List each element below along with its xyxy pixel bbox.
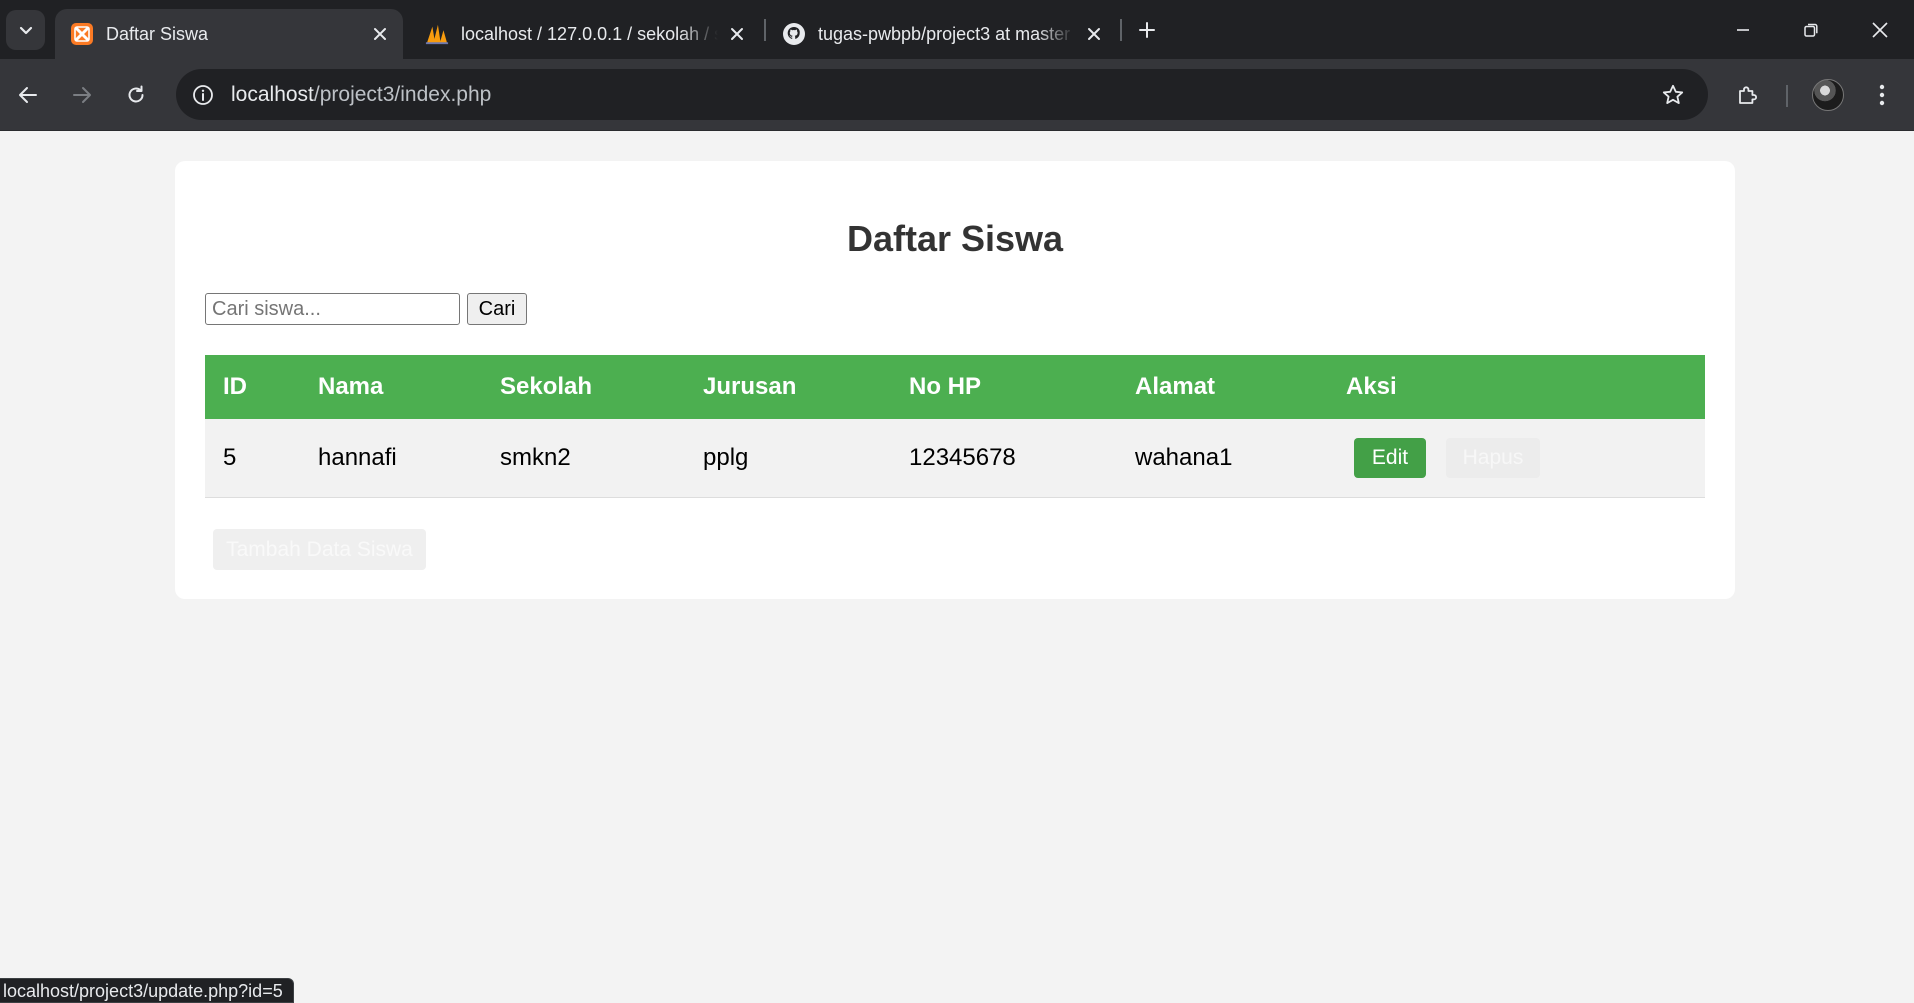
cell-alamat: wahana1 — [1117, 419, 1328, 498]
extensions-button[interactable] — [1728, 75, 1768, 115]
student-table: ID Nama Sekolah Jurusan No HP Alamat Aks… — [205, 355, 1705, 498]
restore-icon — [1804, 23, 1818, 37]
bookmark-star-icon[interactable] — [1658, 80, 1688, 110]
minimize-icon — [1737, 29, 1749, 31]
cell-nama: hannafi — [300, 419, 482, 498]
tab-title: localhost / 127.0.0.1 / sekolah / s — [461, 23, 718, 44]
delete-button[interactable]: Hapus — [1446, 437, 1540, 478]
tab-phpmyadmin[interactable]: localhost / 127.0.0.1 / sekolah / s — [410, 9, 760, 59]
url-host: localhost — [231, 83, 314, 106]
url-path: /project3/index.php — [313, 83, 492, 106]
tab-separator — [764, 19, 766, 41]
column-header-jurusan: Jurusan — [685, 355, 891, 419]
site-info-icon[interactable] — [189, 81, 217, 109]
new-tab-button[interactable] — [1132, 15, 1162, 45]
tab-strip: Daftar Siswa localhost / 127.0.0.1 / sek… — [0, 0, 1914, 59]
reload-button[interactable] — [116, 75, 156, 115]
puzzle-icon — [1739, 86, 1757, 104]
cell-jurusan: pplg — [685, 419, 891, 498]
more-vertical-icon — [1879, 84, 1885, 106]
tab-daftar-siswa[interactable]: Daftar Siswa — [55, 9, 403, 59]
back-button[interactable] — [8, 75, 48, 115]
close-icon — [1872, 22, 1888, 38]
tab-title: Daftar Siswa — [106, 23, 209, 44]
arrow-right-icon — [73, 87, 91, 103]
tab-github[interactable]: tugas-pwbpb/project3 at master — [767, 9, 1117, 59]
address-bar[interactable]: localhost/project3/index.php — [176, 69, 1708, 120]
search-input[interactable] — [205, 293, 460, 325]
browser-toolbar: localhost/project3/index.php — [0, 59, 1914, 131]
close-tab-icon[interactable] — [1081, 21, 1107, 47]
edit-button[interactable]: Edit — [1354, 437, 1426, 478]
chevron-down-icon — [19, 26, 32, 35]
toolbar-divider — [1786, 85, 1788, 107]
arrow-left-icon — [19, 87, 37, 103]
restore-button[interactable] — [1789, 8, 1833, 52]
profile-avatar[interactable] — [1812, 79, 1844, 111]
close-window-button[interactable] — [1858, 8, 1902, 52]
cell-sekolah: smkn2 — [482, 419, 685, 498]
cell-aksi: Edit Hapus — [1328, 419, 1705, 498]
reload-icon — [128, 85, 144, 103]
close-tab-icon[interactable] — [367, 21, 393, 47]
column-header-aksi: Aksi — [1328, 355, 1705, 419]
close-tab-icon[interactable] — [724, 21, 750, 47]
phpmyadmin-icon — [425, 22, 449, 46]
column-header-nama: Nama — [300, 355, 482, 419]
cell-id: 5 — [205, 419, 300, 498]
content-card: Daftar Siswa Cari ID Nama Sekolah Jurusa… — [175, 161, 1735, 599]
menu-button[interactable] — [1862, 75, 1902, 115]
column-header-no-hp: No HP — [891, 355, 1117, 419]
column-header-sekolah: Sekolah — [482, 355, 685, 419]
tab-title: tugas-pwbpb/project3 at master — [818, 23, 1071, 44]
tab-search-button[interactable] — [6, 10, 45, 50]
column-header-id: ID — [205, 355, 300, 419]
plus-icon — [1139, 22, 1155, 38]
column-header-alamat: Alamat — [1117, 355, 1328, 419]
add-student-button[interactable]: Tambah Data Siswa — [213, 529, 426, 570]
minimize-button[interactable] — [1721, 8, 1765, 52]
page-title: Daftar Siswa — [846, 218, 1064, 259]
address-url[interactable]: localhost/project3/index.php — [231, 83, 491, 107]
status-bar-url: localhost/project3/update.php?id=5 — [0, 978, 294, 1003]
table-header-row: ID Nama Sekolah Jurusan No HP Alamat Aks… — [205, 355, 1705, 419]
xampp-icon — [70, 22, 94, 46]
forward-button[interactable] — [62, 75, 102, 115]
table-row: 5 hannafi smkn2 pplg 12345678 wahana1 Ed… — [205, 419, 1705, 498]
tab-separator — [1120, 19, 1122, 41]
github-icon — [782, 22, 806, 46]
search-button[interactable]: Cari — [467, 293, 527, 325]
cell-no-hp: 12345678 — [891, 419, 1117, 498]
